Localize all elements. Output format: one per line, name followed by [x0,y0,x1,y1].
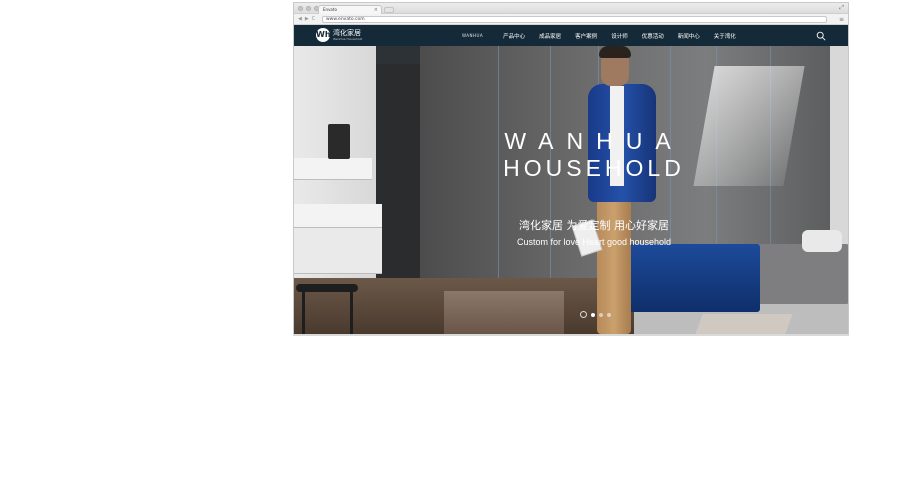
hero-floor-highlight [444,291,564,334]
kitchen-shelf [294,158,372,180]
slider-dot[interactable] [591,312,595,317]
tab-close-icon[interactable]: × [374,6,378,14]
nav-item-designers[interactable]: 设计师 [611,32,628,40]
hero-headline: WANHUA HOUSEHOLD [444,128,744,182]
hero-title-line2: HOUSEHOLD [503,155,685,181]
stool-leg [302,290,305,334]
website: Wh 湾化家居 WanHua Household WANHUA 产品中心 成品家… [294,25,848,334]
browser-tab[interactable]: Envato × [318,5,382,14]
browser-window: Envato × ⤢ ◀ ▶ C www.envato.com ≡ Wh 湾化家… [293,2,849,335]
address-bar[interactable]: www.envato.com [322,16,827,23]
forward-icon[interactable]: ▶ [305,16,309,23]
kitchen-shelf [294,204,382,228]
model-hair [599,46,631,58]
logo-icon: Wh [316,28,331,42]
menu-icon[interactable]: ≡ [839,16,844,23]
nav-item-products[interactable]: 产品中心 [503,32,525,40]
slider-prev-ring-icon[interactable] [580,311,587,318]
main-nav: WANHUA 产品中心 成品家居 客户案例 设计师 优惠活动 新闻中心 关于湾化 [462,25,750,46]
window-controls [298,6,319,11]
nav-item-finished-furniture[interactable]: 成品家居 [539,32,561,40]
new-tab-button[interactable] [384,7,394,13]
hero-subtitle-cn: 湾化家居 为爱定制 用心好家居 [519,219,669,232]
bed-blue-blanket [612,244,760,312]
site-logo[interactable]: Wh 湾化家居 WanHua Household [316,28,362,42]
hero-title-line1: WANHUA [504,128,684,154]
close-window-button[interactable] [298,6,303,11]
hero-doorway [376,64,420,279]
fullscreen-icon[interactable]: ⤢ [839,4,844,12]
slider-pagination [580,311,611,318]
browser-nav-buttons: ◀ ▶ C [298,16,315,23]
stool-seat [296,284,358,292]
coffee-machine [328,124,350,159]
nav-item-about[interactable]: 关于湾化 [714,32,736,40]
bed-pillow [802,230,842,252]
slider-dot[interactable] [607,312,611,317]
reload-icon[interactable]: C [312,16,316,23]
kitchen-cabinet [294,228,382,274]
browser-toolbar: ◀ ▶ C www.envato.com ≡ [294,14,848,25]
browser-titlebar: Envato × ⤢ [294,3,848,14]
back-icon[interactable]: ◀ [298,16,302,23]
nav-brand[interactable]: WANHUA [462,33,483,38]
nav-item-news[interactable]: 新闻中心 [678,32,700,40]
nav-item-cases[interactable]: 客户案例 [575,32,597,40]
tab-title: Envato [323,7,337,12]
floor-rug [695,314,793,334]
hero-subtitle-en: Custom for love Heart good household [516,237,672,247]
browser-bottom-edge [293,334,849,336]
site-header: Wh 湾化家居 WanHua Household WANHUA 产品中心 成品家… [294,25,848,46]
search-icon[interactable] [816,31,826,41]
logo-text: 湾化家居 WanHua Household [333,29,362,41]
hero-banner: WANHUA HOUSEHOLD 湾化家居 为爱定制 用心好家居 Custom … [294,46,848,334]
nav-item-promotions[interactable]: 优惠活动 [642,32,664,40]
minimize-window-button[interactable] [306,6,311,11]
stool-leg [350,290,353,334]
slider-dot[interactable] [599,312,603,317]
logo-subtitle: WanHua Household [333,37,363,41]
logo-title: 湾化家居 [333,29,361,37]
